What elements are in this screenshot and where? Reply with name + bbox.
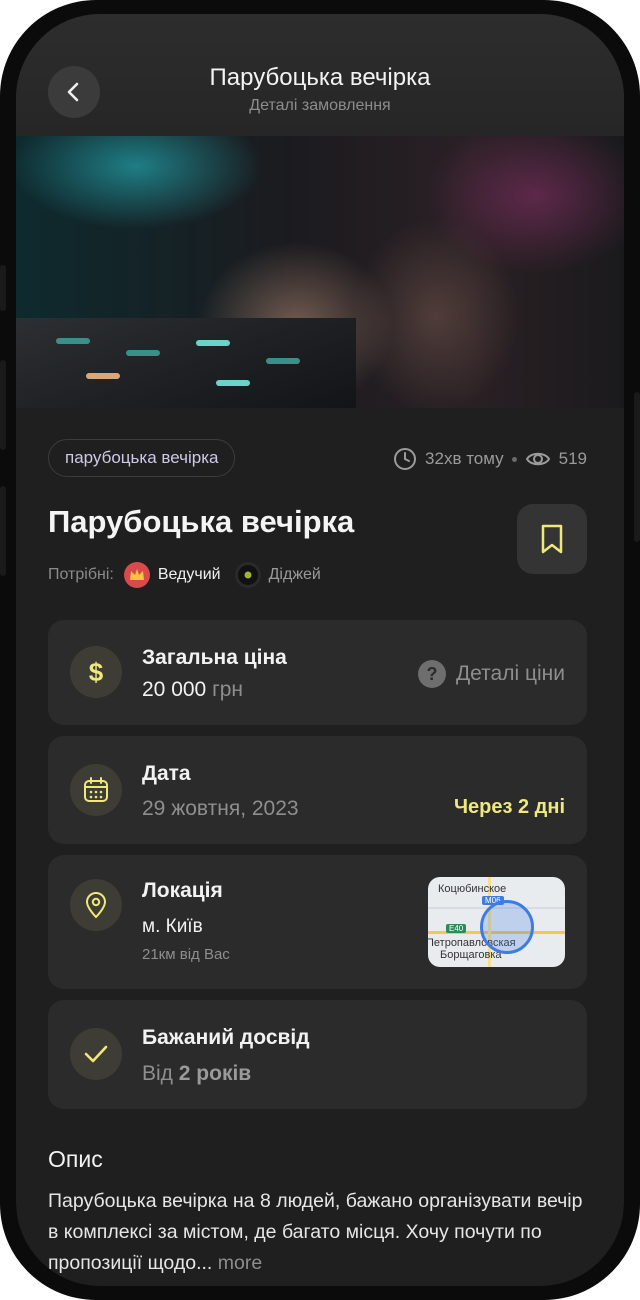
- phone-frame: Парубоцька вечірка Деталі замовлення пар…: [0, 0, 640, 1300]
- volume-up-button: [0, 360, 6, 450]
- price-currency: грн: [212, 678, 244, 701]
- price-details-label: Деталі ціни: [455, 662, 565, 685]
- needed-roles: Потрібні: Ведучий Діджей: [48, 562, 321, 588]
- vinyl-icon: [234, 562, 261, 588]
- map-shield-e40: E40: [446, 924, 467, 933]
- more-link[interactable]: more: [218, 1252, 262, 1274]
- views-count: 519: [558, 449, 587, 468]
- page-title: Парубоцька вечірка: [209, 64, 431, 91]
- price-card: $ Загальна ціна 20 000 грн ? Деталі ціни: [48, 620, 587, 725]
- page-subtitle: Деталі замовлення: [249, 97, 391, 114]
- description-text: Парубоцька вечірка на 8 людей, бажано ор…: [48, 1186, 588, 1279]
- clock-icon: [394, 448, 417, 470]
- experience-label: Бажаний досвід: [142, 1026, 310, 1049]
- map-label-kotsiubynske: Коцюбинское: [438, 883, 507, 895]
- experience-card: Бажаний досвід Від 2 років: [48, 1000, 587, 1109]
- location-pin-icon: [70, 879, 122, 931]
- top-bar: Парубоцька вечірка Деталі замовлення: [16, 14, 624, 136]
- price-value: 20 000 грн: [142, 678, 243, 702]
- meta-separator: [511, 456, 517, 462]
- category-tag[interactable]: парубоцька вечірка: [48, 439, 236, 477]
- date-value: 29 жовтня, 2023: [142, 797, 299, 820]
- calendar-icon: [70, 764, 122, 816]
- eye-icon: [525, 452, 550, 466]
- dollar-icon: $: [70, 646, 122, 698]
- experience-value: Від 2 років: [142, 1062, 251, 1086]
- bookmark-button[interactable]: [517, 504, 587, 574]
- hero-image: [16, 136, 624, 408]
- location-city: м. Київ: [142, 916, 203, 937]
- location-label: Локація: [142, 879, 223, 902]
- question-icon: ?: [417, 660, 446, 688]
- post-meta: 32хв тому 519: [393, 447, 587, 471]
- date-relative: Через 2 дні: [453, 796, 565, 818]
- bookmark-icon: [541, 524, 563, 554]
- volume-down-button: [0, 486, 6, 576]
- description-body: Парубоцька вечірка на 8 людей, бажано ор…: [48, 1190, 583, 1274]
- price-label: Загальна ціна: [142, 646, 287, 669]
- needed-label: Потрібні:: [48, 566, 114, 583]
- dj-deck-image-detail: [16, 318, 356, 408]
- date-card: Дата 29 жовтня, 2023 Через 2 дні: [48, 736, 587, 844]
- price-amount: 20 000: [142, 678, 207, 701]
- power-button: [634, 392, 640, 542]
- crown-icon: [123, 562, 150, 588]
- location-card: Локація м. Київ 21км від Вас Коцюбинское…: [48, 855, 587, 989]
- date-label: Дата: [142, 762, 191, 785]
- time-ago: 32хв тому: [425, 449, 504, 468]
- event-title: Парубоцька вечірка: [48, 504, 355, 539]
- experience-years: 2 років: [178, 1062, 252, 1085]
- map-area-circle: [480, 900, 534, 954]
- mute-switch: [0, 265, 6, 311]
- location-map[interactable]: Коцюбинское M06 E40 Петропавловская Борщ…: [428, 877, 565, 967]
- check-icon: [70, 1028, 122, 1080]
- role-dj: Діджей: [268, 566, 321, 583]
- map-label-borshchahivka: Борщаговка: [440, 949, 502, 961]
- description-title: Опис: [48, 1146, 103, 1172]
- role-host: Ведучий: [157, 566, 221, 583]
- location-distance: 21км від Вас: [142, 946, 230, 963]
- screen: Парубоцька вечірка Деталі замовлення пар…: [16, 14, 624, 1286]
- experience-prefix: Від: [142, 1062, 173, 1085]
- price-details-button[interactable]: ? Деталі ціни: [417, 660, 565, 688]
